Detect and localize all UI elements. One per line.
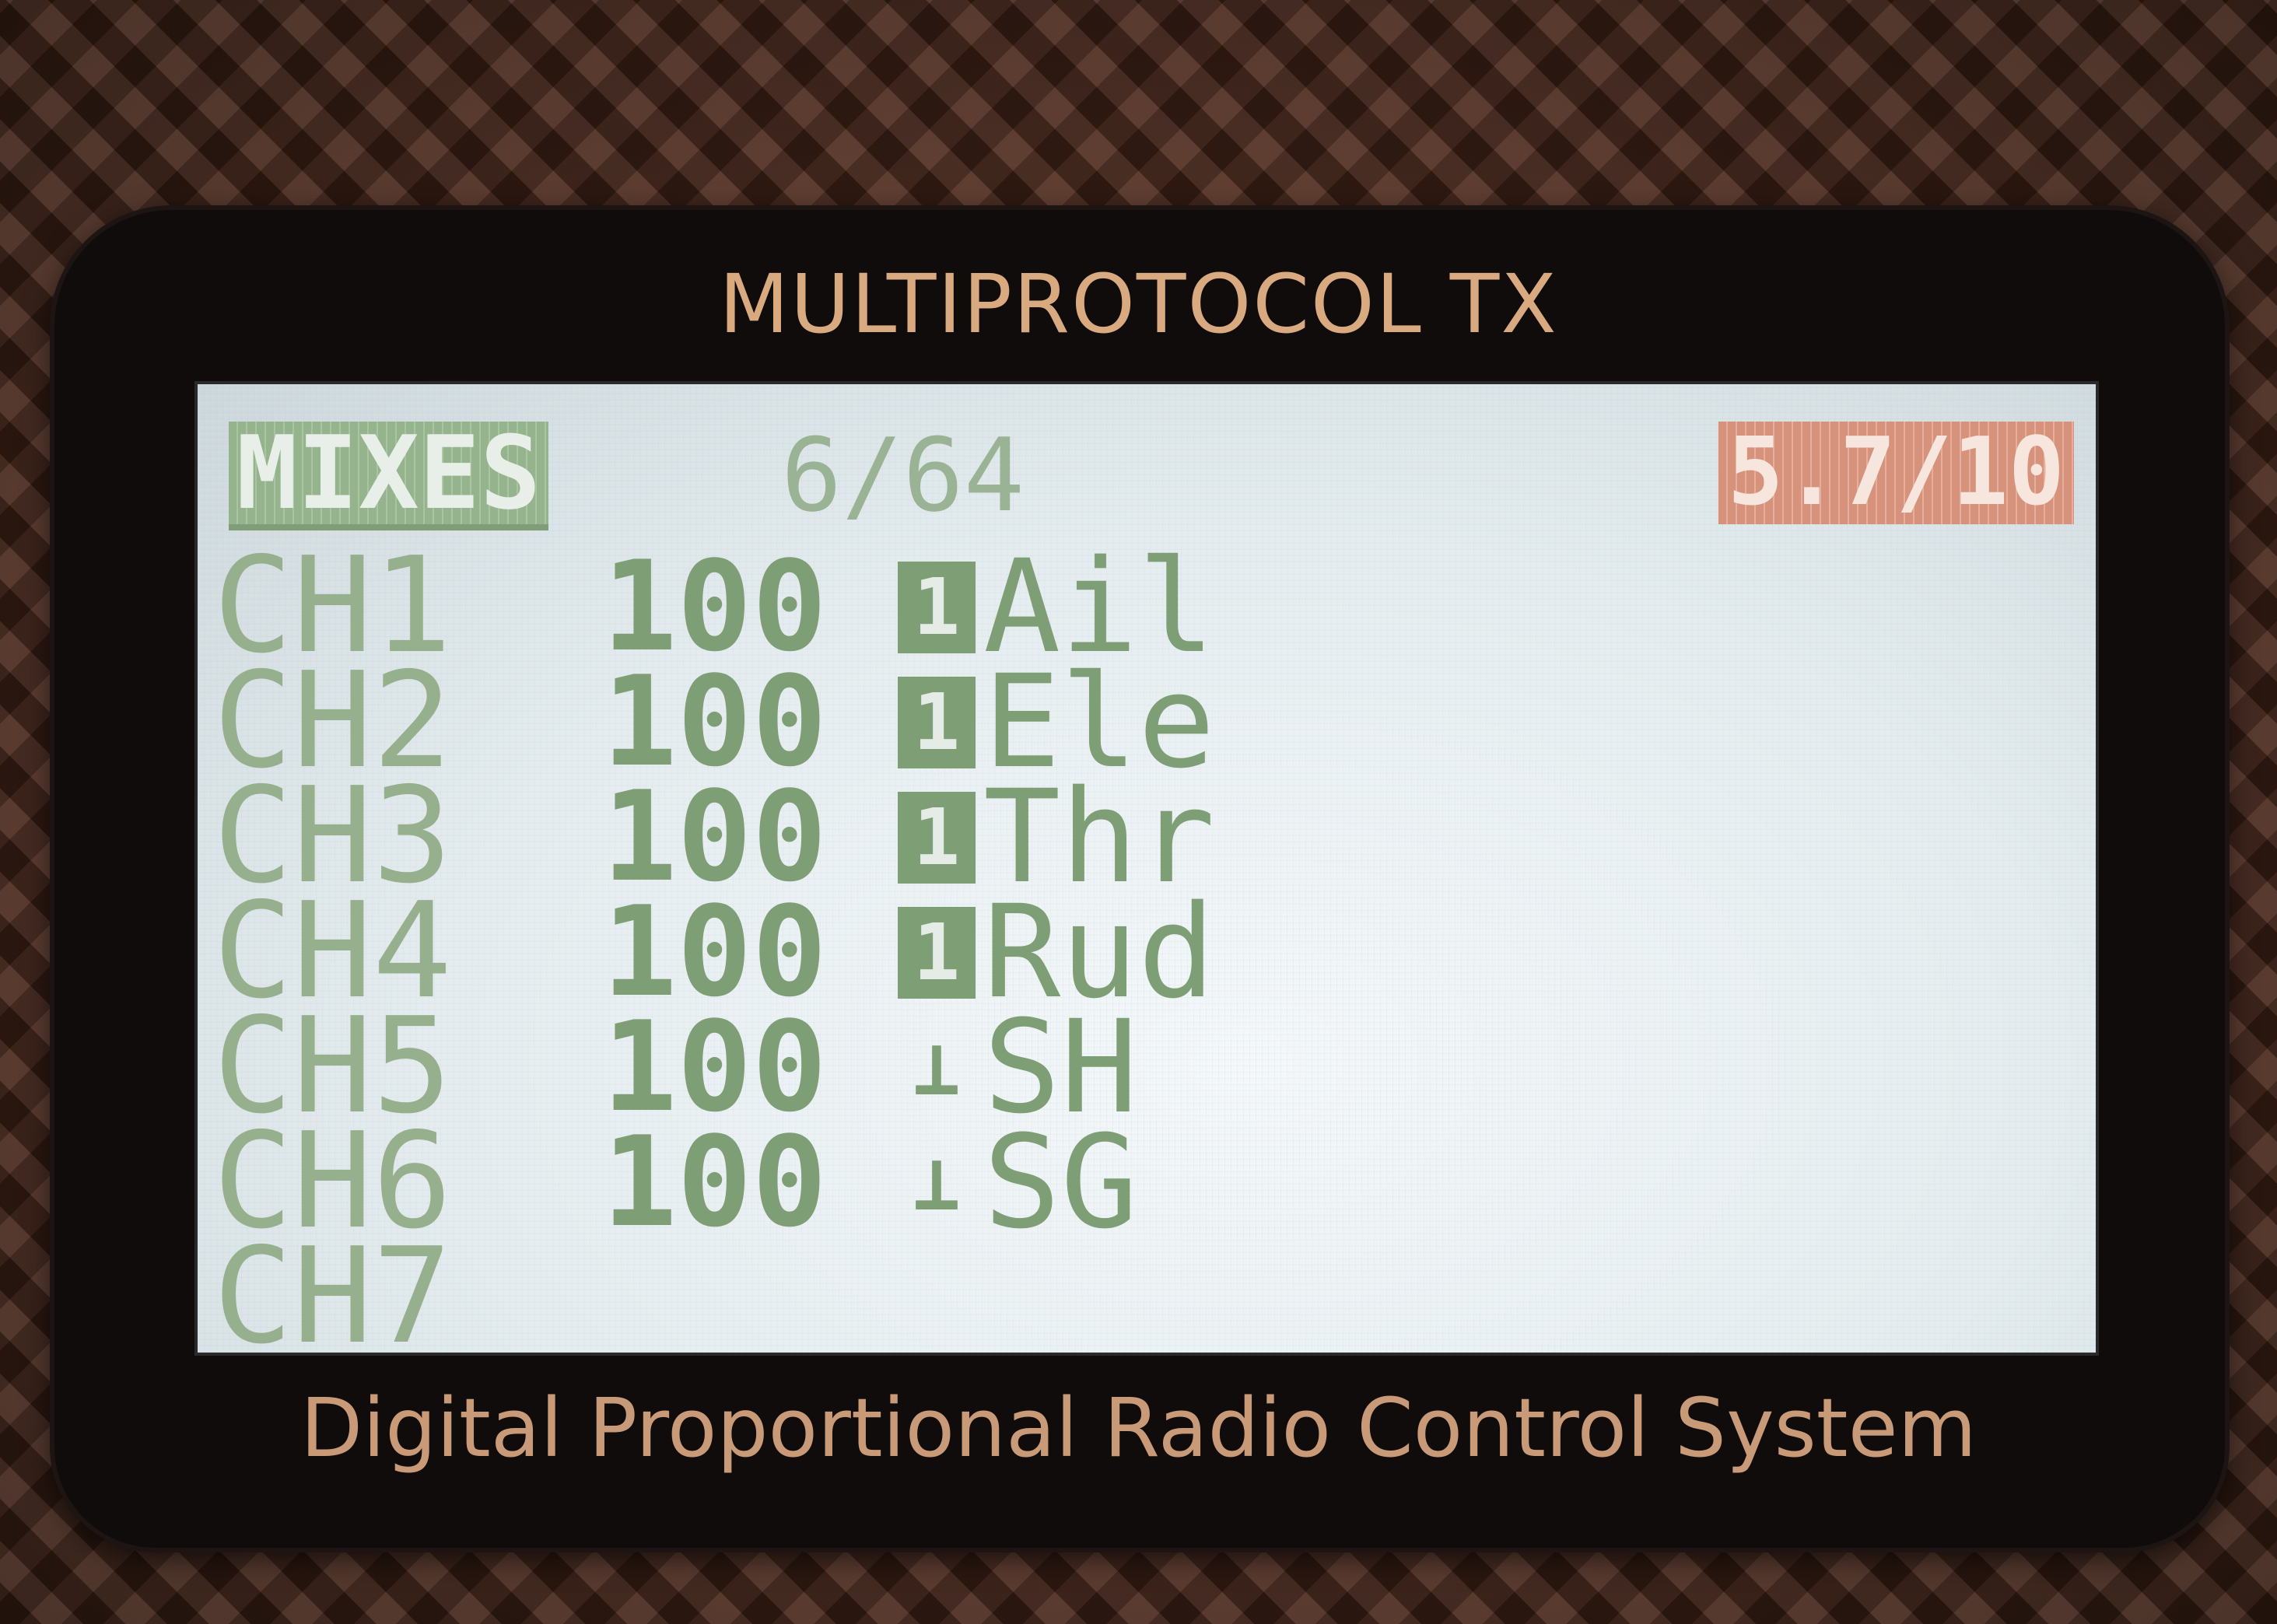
lcd-screen: MIXES 6/64 5.7/10 CH1 100 1 Ail CH2 100 … [194,381,2099,1356]
mix-weight: 100 [602,1109,827,1255]
stick-icon: 1 [898,677,976,768]
stick-icon: 1 [898,907,976,999]
switch-icon: ⊥ [913,1137,961,1228]
page-title-box[interactable]: MIXES [229,414,549,532]
battery-voltage: 5.7/10 [1727,418,2065,527]
brand-label-bottom: Digital Proportional Radio Control Syste… [300,1381,1977,1475]
brand-label-top: MULTIPROTOCOL TX [719,257,1558,352]
page-counter: 6/64 [781,416,1025,534]
channel-name: CH7 [213,1220,453,1356]
stick-icon: 1 [898,792,976,884]
battery-indicator: 5.7/10 [1718,422,2074,524]
mix-source: SG [983,1108,1138,1257]
switch-icon: ⊥ [913,1022,961,1113]
stick-icon: 1 [898,562,976,653]
page-title: MIXES [236,414,541,532]
